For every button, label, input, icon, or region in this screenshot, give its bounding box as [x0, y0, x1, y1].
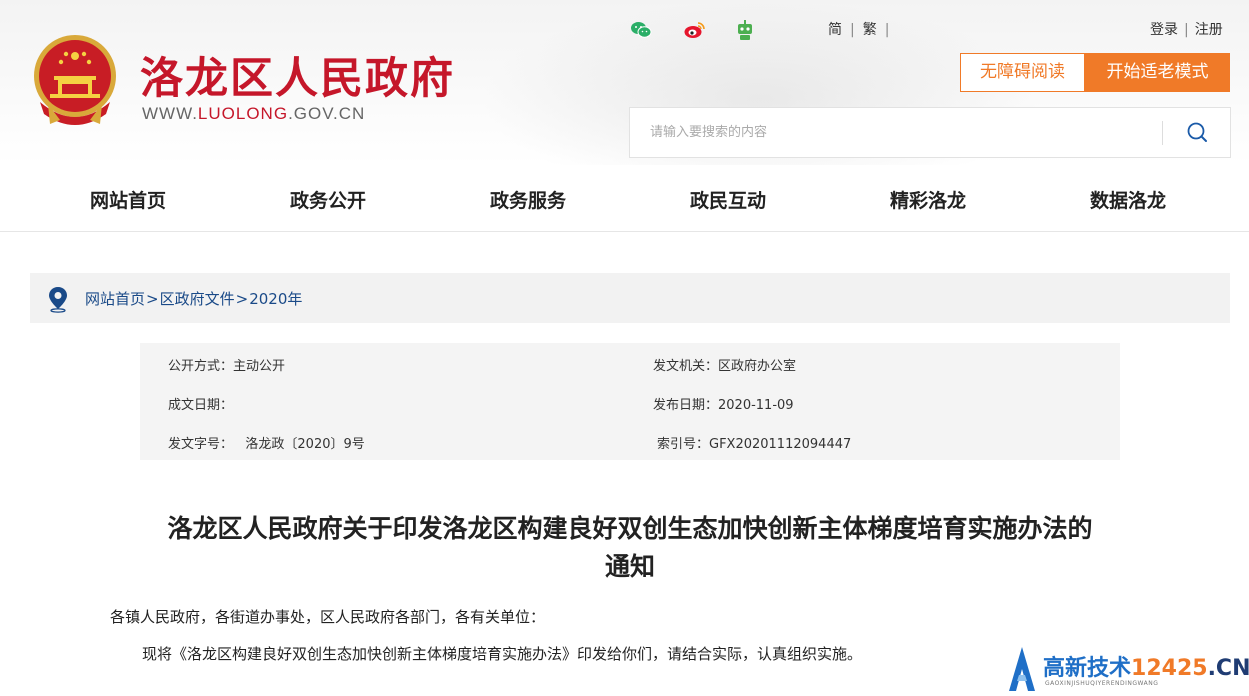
breadcrumb-trail: 网站首页>区政府文件>2020年 — [85, 288, 302, 309]
watermark-subtext: GAOXINJISHUQIYERENDINGWANG — [1045, 680, 1159, 687]
article-body-paragraph: 现将《洛龙区构建良好双创生态加快创新主体梯度培育实施办法》印发给你们，请结合实际… — [142, 645, 863, 663]
article-title-line1: 洛龙区人民政府关于印发洛龙区构建良好双创生态加快创新主体梯度培育实施办法的 — [167, 514, 1093, 543]
breadcrumb-year[interactable]: 2020年 — [249, 290, 302, 308]
article-title-line2: 通知 — [604, 552, 655, 581]
watermark-main: 高新技术 — [1043, 656, 1132, 681]
document-info-box: 公开方式：主动公开 发文机关：区政府办公室 成文日期： 发布日期：2020-11… — [140, 343, 1120, 460]
info-index-number: 索引号：GFX20201112094447 — [657, 437, 852, 452]
lang-traditional-link[interactable]: 繁 — [863, 22, 877, 38]
breadcrumb-district-docs[interactable]: 区政府文件 — [160, 290, 235, 308]
weibo-icon[interactable] — [683, 20, 705, 40]
national-emblem-icon[interactable] — [30, 32, 120, 128]
auth-separator: | — [1184, 22, 1189, 38]
robot-icon[interactable] — [734, 20, 756, 40]
watermark-text: 高新技术12425.CN — [1043, 650, 1249, 682]
site-url-suffix: .GOV.CN — [288, 104, 366, 123]
wechat-icon[interactable] — [630, 20, 652, 40]
site-url-highlight: LUOLONG — [197, 104, 289, 123]
nav-item-luolong-data[interactable]: 数据洛龙 — [1090, 186, 1166, 213]
search-icon[interactable] — [1175, 114, 1219, 152]
watermark-tld: .CN — [1207, 656, 1249, 681]
search-divider — [1162, 121, 1163, 145]
watermark-domain: 12425 — [1131, 656, 1208, 681]
accessible-reading-button[interactable]: 无障碍阅读 — [960, 53, 1085, 92]
site-header: 洛龙区人民政府 WWW.LUOLONG.GOV.CN 简 | 繁 | 登录 | 注册 无障… — [0, 0, 1249, 165]
lang-simplified-link[interactable]: 简 — [828, 22, 842, 38]
breadcrumb-home[interactable]: 网站首页 — [85, 290, 145, 308]
info-issuer: 发文机关：区政府办公室 — [653, 359, 797, 374]
watermark: 高新技术12425.CN GAOXINJISHUQIYERENDINGWANG — [1005, 645, 1249, 696]
breadcrumb: 网站首页>区政府文件>2020年 — [30, 273, 1230, 323]
info-created-date: 成文日期： — [168, 398, 234, 413]
info-doc-number: 发文字号： 洛龙政〔2020〕9号 — [168, 437, 365, 452]
language-switcher: 简 | 繁 | — [824, 19, 893, 39]
auth-links: 登录 | 注册 — [1150, 19, 1223, 39]
nav-item-government-services[interactable]: 政务服务 — [490, 186, 566, 213]
site-url-prefix: WWW. — [142, 104, 198, 123]
register-link[interactable]: 注册 — [1195, 22, 1223, 38]
site-title[interactable]: 洛龙区人民政府 — [140, 44, 455, 106]
article-salutation: 各镇人民政府，各街道办事处，区人民政府各部门，各有关单位： — [110, 608, 546, 626]
location-pin-icon — [49, 287, 67, 313]
lang-separator: | — [850, 22, 855, 38]
nav-item-home[interactable]: 网站首页 — [90, 186, 166, 213]
search-input[interactable] — [630, 108, 1160, 157]
watermark-logo-icon — [1009, 647, 1035, 691]
nav-item-government-affairs[interactable]: 政务公开 — [290, 186, 366, 213]
elder-mode-button[interactable]: 开始适老模式 — [1085, 53, 1230, 92]
breadcrumb-separator: > — [146, 290, 159, 308]
nav-item-luolong-highlights[interactable]: 精彩洛龙 — [890, 186, 966, 213]
info-publish-date: 发布日期：2020-11-09 — [653, 398, 794, 413]
lang-separator: | — [884, 22, 890, 38]
search-box — [629, 107, 1231, 158]
breadcrumb-separator: > — [235, 290, 249, 308]
info-open-mode: 公开方式：主动公开 — [168, 359, 286, 374]
nav-item-interaction[interactable]: 政民互动 — [690, 186, 766, 213]
login-link[interactable]: 登录 — [1150, 22, 1178, 38]
site-url: WWW.LUOLONG.GOV.CN — [142, 104, 365, 124]
main-nav: 网站首页 政务公开 政务服务 政民互动 精彩洛龙 数据洛龙 — [0, 166, 1249, 232]
article-title: 洛龙区人民政府关于印发洛龙区构建良好双创生态加快创新主体梯度培育实施办法的 通知 — [100, 510, 1160, 586]
